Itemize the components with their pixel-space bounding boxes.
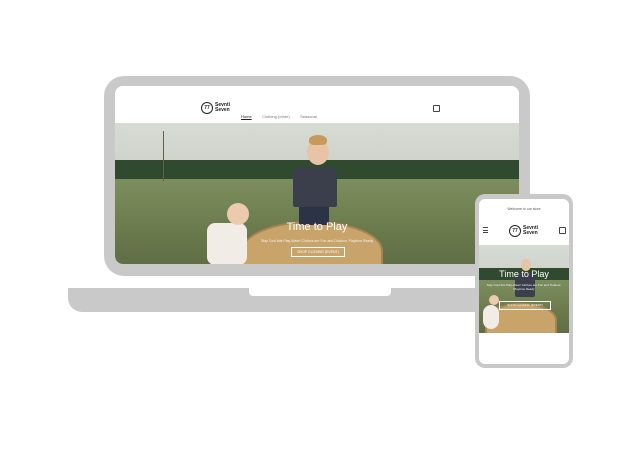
brand-badge: 77 xyxy=(201,102,213,114)
mobile-baby-body xyxy=(483,305,499,329)
laptop-notch xyxy=(249,288,391,296)
main-nav: Home Clothing (other) Seasonal xyxy=(241,105,323,123)
hamburger-menu-icon[interactable] xyxy=(483,227,488,233)
brand-name-line2: Seven xyxy=(215,107,230,113)
nav-seasonal[interactable]: Seasonal xyxy=(300,114,317,119)
mobile-baby-head xyxy=(489,295,499,305)
child-shirt xyxy=(293,167,337,207)
announcement-bar: Welcome to our store xyxy=(507,207,541,211)
laptop-screen: 77 Sevnti Seven Home Clothing (other) Se… xyxy=(115,86,519,264)
child-hair xyxy=(309,135,327,145)
mobile-hero-shop-button[interactable]: SHOP CLOSING (EVENT) xyxy=(499,301,551,310)
phone-screen: Welcome to our store 77 Sevnti Seven Tim… xyxy=(479,199,569,364)
cart-icon[interactable] xyxy=(433,105,440,112)
mobile-hero-banner: Time to Play Stay Cool this Play-Wear! C… xyxy=(479,245,569,333)
mobile-header: 77 Sevnti Seven xyxy=(479,219,569,241)
hero-title: Time to Play xyxy=(286,221,348,233)
hero-banner: Time to Play Stay Cool this Play-Wear! C… xyxy=(115,123,519,264)
nav-clothing[interactable]: Clothing (other) xyxy=(262,114,290,119)
site-header: 77 Sevnti Seven Home Clothing (other) Se… xyxy=(115,86,519,123)
brand-logo[interactable]: 77 Sevnti Seven xyxy=(201,102,230,114)
utility-pole xyxy=(163,131,164,181)
mobile-brand-badge: 77 xyxy=(509,225,521,237)
mobile-hero-subtitle: Stay Cool this Play-Wear! Clothes are Fu… xyxy=(486,283,562,291)
hero-shop-button[interactable]: SHOP CLOSING (EVENT) xyxy=(291,247,345,257)
mobile-brand-line2: Seven xyxy=(523,230,538,236)
hero-subtitle: Stay Cool this Play-Wear! Clothes are Fu… xyxy=(260,239,374,243)
nav-home[interactable]: Home xyxy=(241,114,252,119)
mobile-hero-title: Time to Play xyxy=(499,269,549,279)
mobile-cart-icon[interactable] xyxy=(559,227,566,234)
mobile-brand-logo[interactable]: 77 Sevnti Seven xyxy=(509,225,538,237)
